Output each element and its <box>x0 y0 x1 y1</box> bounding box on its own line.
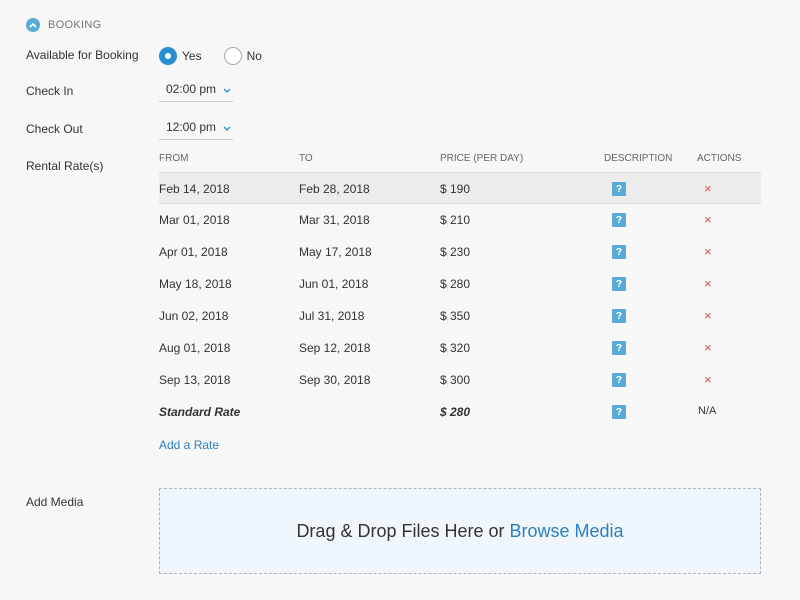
table-row: Sep 13, 2018 Sep 30, 2018 $ 300? × <box>159 364 761 396</box>
chevron-down-icon <box>223 82 231 96</box>
standard-rate-label: Standard Rate <box>159 405 241 419</box>
rate-to: Jul 31, 2018 <box>299 309 365 323</box>
chevron-up-icon[interactable] <box>26 18 40 32</box>
add-media-label: Add Media <box>26 495 84 509</box>
radio-yes-label: Yes <box>182 49 202 63</box>
rental-rates-label: Rental Rate(s) <box>26 159 104 173</box>
check-out-label: Check Out <box>26 122 83 136</box>
rental-rates-table: FROM TO PRICE (PER DAY) DESCRIPTION ACTI… <box>159 146 761 428</box>
chevron-down-icon <box>223 120 231 134</box>
rate-from: Feb 14, 2018 <box>159 182 230 196</box>
rate-to: Feb 28, 2018 <box>299 182 370 196</box>
radio-no-label: No <box>246 49 262 63</box>
rate-price: $ 230 <box>440 245 471 259</box>
rate-from: Aug 01, 2018 <box>159 341 231 355</box>
column-header-to: TO <box>299 153 313 164</box>
help-icon[interactable]: ? <box>612 245 626 259</box>
check-in-label: Check In <box>26 84 74 98</box>
rate-from: Jun 02, 2018 <box>159 309 229 323</box>
standard-rate-price: $ 280 <box>440 405 471 419</box>
add-rate-link[interactable]: Add a Rate <box>159 438 219 452</box>
delete-icon[interactable]: × <box>704 181 712 196</box>
help-icon[interactable]: ? <box>612 341 626 355</box>
delete-icon[interactable]: × <box>704 276 712 291</box>
rate-price: $ 280 <box>440 277 471 291</box>
media-dropzone[interactable]: Drag & Drop Files Here or Browse Media <box>159 488 761 574</box>
help-icon[interactable]: ? <box>612 309 626 323</box>
dropzone-text: Drag & Drop Files Here or <box>296 520 505 541</box>
availability-radio-group: Yes No <box>159 47 284 65</box>
check-in-value: 02:00 pm <box>166 81 217 96</box>
table-row: May 18, 2018 Jun 01, 2018 $ 280? × <box>159 268 761 300</box>
check-out-select[interactable]: 12:00 pm <box>159 114 233 140</box>
check-in-select[interactable]: 02:00 pm <box>159 76 233 102</box>
rate-from: Sep 13, 2018 <box>159 373 231 387</box>
rate-from: Mar 01, 2018 <box>159 213 230 227</box>
radio-yes[interactable]: Yes <box>159 47 202 65</box>
table-row: Feb 14, 2018 Feb 28, 2018 $ 190? × <box>159 172 761 204</box>
column-header-actions: ACTIONS <box>697 153 742 164</box>
rate-from: Apr 01, 2018 <box>159 245 228 259</box>
delete-icon[interactable]: × <box>704 340 712 355</box>
standard-rate-actions: N/A <box>698 405 717 417</box>
rate-to: May 17, 2018 <box>299 245 372 259</box>
rate-from: May 18, 2018 <box>159 277 232 291</box>
delete-icon[interactable]: × <box>704 372 712 387</box>
help-icon[interactable]: ? <box>612 405 626 419</box>
radio-unchecked-icon[interactable] <box>223 47 242 65</box>
section-title: BOOKING <box>48 19 102 31</box>
delete-icon[interactable]: × <box>704 244 712 259</box>
rate-to: Sep 30, 2018 <box>299 373 371 387</box>
radio-checked-icon[interactable] <box>159 47 177 65</box>
rate-price: $ 190 <box>440 182 471 196</box>
standard-rate-row: Standard Rate $ 280 ? N/A <box>159 396 761 428</box>
booking-section-header[interactable]: BOOKING <box>26 18 101 32</box>
column-header-from: FROM <box>159 153 189 164</box>
rate-to: Jun 01, 2018 <box>299 277 369 291</box>
rate-to: Mar 31, 2018 <box>299 213 370 227</box>
available-for-booking-label: Available for Booking <box>26 48 139 62</box>
help-icon[interactable]: ? <box>612 213 626 227</box>
rate-price: $ 300 <box>440 373 471 387</box>
table-row: Jun 02, 2018 Jul 31, 2018 $ 350? × <box>159 300 761 332</box>
column-header-description: DESCRIPTION <box>604 153 673 164</box>
rate-price: $ 350 <box>440 309 471 323</box>
rate-price: $ 320 <box>440 341 471 355</box>
table-row: Aug 01, 2018 Sep 12, 2018 $ 320? × <box>159 332 761 364</box>
check-out-value: 12:00 pm <box>166 119 217 134</box>
rate-price: $ 210 <box>440 213 471 227</box>
help-icon[interactable]: ? <box>612 182 626 196</box>
table-row: Mar 01, 2018 Mar 31, 2018 $ 210? × <box>159 204 761 236</box>
radio-no[interactable]: No <box>223 47 262 65</box>
browse-media-link[interactable]: Browse Media <box>510 521 624 542</box>
table-row: Apr 01, 2018 May 17, 2018 $ 230? × <box>159 236 761 268</box>
help-icon[interactable]: ? <box>612 277 626 291</box>
help-icon[interactable]: ? <box>612 373 626 387</box>
delete-icon[interactable]: × <box>704 212 712 227</box>
column-header-price: PRICE (PER DAY) <box>440 153 524 164</box>
table-header: FROM TO PRICE (PER DAY) DESCRIPTION ACTI… <box>159 146 761 172</box>
rate-to: Sep 12, 2018 <box>299 341 371 355</box>
delete-icon[interactable]: × <box>704 308 712 323</box>
